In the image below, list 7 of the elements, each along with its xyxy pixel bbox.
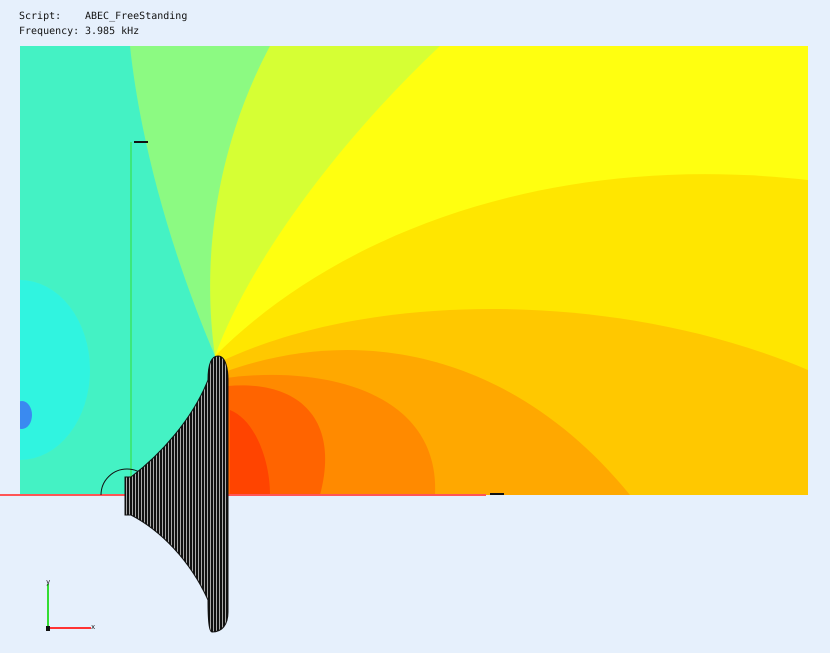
field-label: Script: xyxy=(19,10,62,24)
field-value: 3.985 kHz xyxy=(85,25,140,39)
axis-triad-drawing xyxy=(46,584,91,631)
field-label: Frequency: xyxy=(19,25,79,39)
tick-mark xyxy=(134,141,148,143)
tick-mark xyxy=(490,493,504,495)
field-value: ABEC_FreeStanding xyxy=(85,10,188,24)
